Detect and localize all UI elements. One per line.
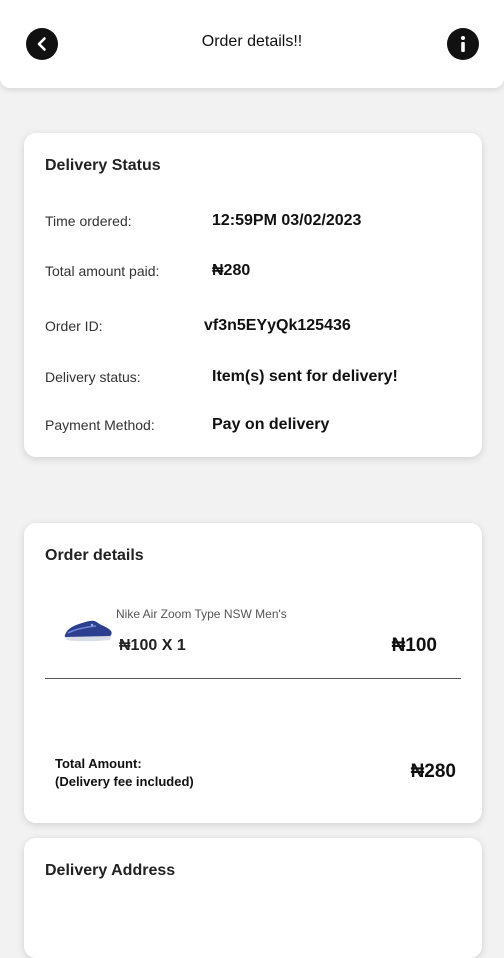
info-button[interactable] bbox=[447, 28, 479, 60]
total-amount-label: Total Amount: (Delivery fee included) bbox=[55, 755, 194, 791]
delivery-status-title: Delivery Status bbox=[45, 157, 161, 174]
order-details-title: Order details bbox=[45, 547, 144, 564]
delivery-status-label: Delivery status: bbox=[45, 369, 141, 385]
time-ordered-label: Time ordered: bbox=[45, 213, 132, 229]
order-id-value: vf3n5EYyQk125436 bbox=[204, 317, 351, 334]
payment-method-label: Payment Method: bbox=[45, 417, 155, 433]
page-title: Order details!! bbox=[201, 33, 303, 50]
info-icon bbox=[461, 36, 465, 52]
order-id-label: Order ID: bbox=[45, 318, 103, 334]
app-bar: Order details!! bbox=[0, 0, 504, 88]
payment-method-value: Pay on delivery bbox=[212, 416, 330, 433]
total-amount-label-line2: (Delivery fee included) bbox=[55, 774, 194, 789]
divider bbox=[45, 678, 461, 679]
total-paid-value: ₦280 bbox=[212, 262, 251, 279]
time-ordered-value: 12:59PM 03/02/2023 bbox=[212, 212, 362, 229]
product-price: ₦100 bbox=[391, 635, 437, 656]
product-name: Nike Air Zoom Type NSW Men's bbox=[116, 607, 287, 621]
delivery-address-title: Delivery Address bbox=[45, 862, 176, 879]
total-amount-label-line1: Total Amount: bbox=[55, 756, 142, 771]
product-quantity: ₦100 X 1 bbox=[119, 637, 186, 654]
order-details-card: Order details Nike Air Zoom Type NSW Men… bbox=[24, 523, 482, 823]
total-amount-value: ₦280 bbox=[410, 761, 456, 782]
sneaker-image bbox=[64, 620, 112, 642]
delivery-status-card: Delivery Status Time ordered: 12:59PM 03… bbox=[24, 133, 482, 457]
total-paid-label: Total amount paid: bbox=[45, 263, 160, 279]
delivery-status-value: Item(s) sent for delivery! bbox=[212, 368, 398, 385]
delivery-address-card: Delivery Address bbox=[24, 838, 482, 958]
